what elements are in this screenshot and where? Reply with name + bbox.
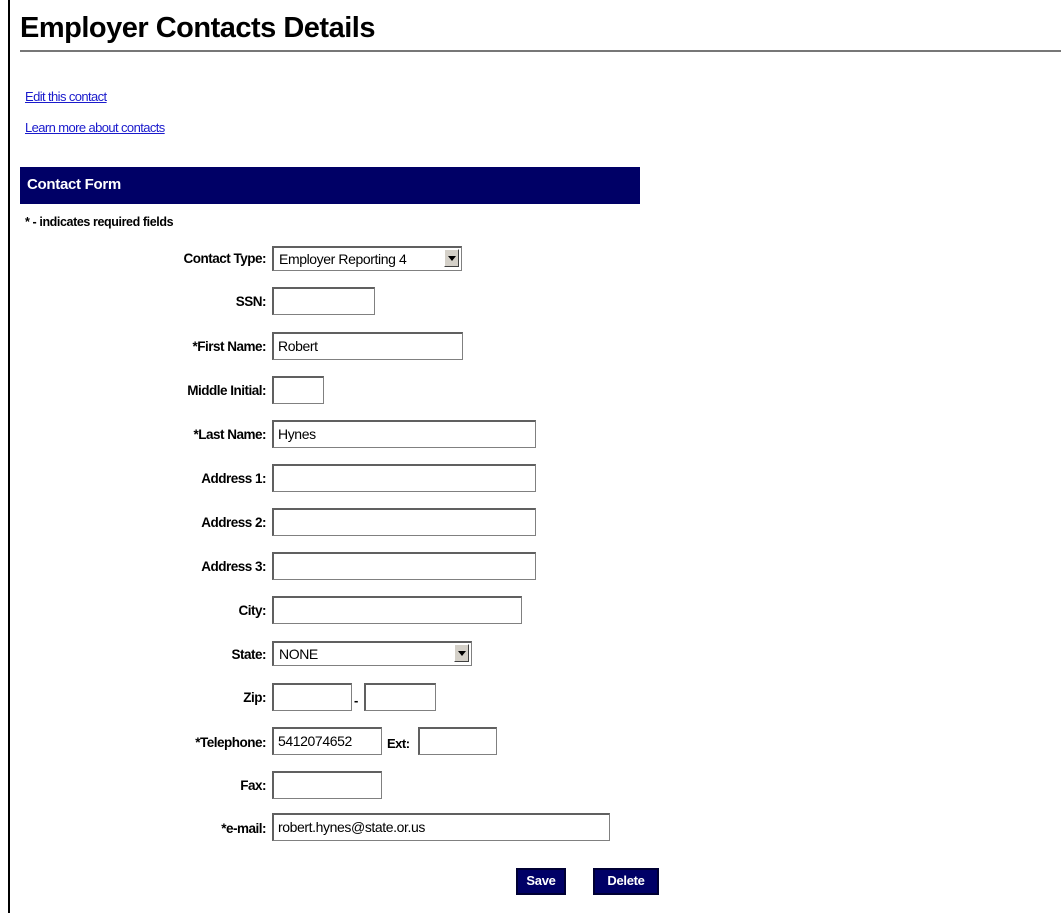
telephone-input[interactable]: 5412074652 (272, 727, 382, 755)
city-input[interactable] (272, 596, 522, 624)
edit-contact-link[interactable]: Edit this contact (25, 89, 107, 104)
first-name-input[interactable]: Robert (272, 332, 463, 360)
contact-type-value: Employer Reporting 4 (279, 251, 407, 267)
last-name-input[interactable]: Hynes (272, 420, 536, 448)
telephone-ext-input[interactable] (418, 727, 497, 755)
fax-label: Fax: (240, 778, 266, 793)
ssn-input[interactable] (272, 287, 375, 315)
ssn-label: SSN: (235, 294, 267, 309)
email-input[interactable]: robert.hynes@state.or.us (272, 813, 610, 841)
zip-ext-input[interactable] (364, 683, 436, 711)
state-select[interactable]: NONE (272, 641, 472, 666)
zip-input[interactable] (272, 683, 352, 711)
section-title: Contact Form (27, 176, 121, 193)
page-title: Employer Contacts Details (20, 12, 375, 44)
address1-label: Address 1: (201, 471, 266, 486)
telephone-label: *Telephone: (195, 735, 266, 750)
address2-input[interactable] (272, 508, 536, 536)
dropdown-arrow-icon[interactable] (444, 249, 459, 267)
middle-initial-label: Middle Initial: (187, 383, 266, 398)
last-name-label: *Last Name: (193, 427, 266, 442)
city-label: City: (238, 603, 267, 618)
delete-button[interactable]: Delete (593, 868, 659, 895)
address1-input[interactable] (272, 464, 536, 492)
zip-separator: - (354, 693, 358, 708)
contact-type-label: Contact Type: (183, 251, 266, 266)
middle-initial-input[interactable] (272, 376, 324, 404)
email-label: *e-mail: (221, 821, 266, 836)
fax-input[interactable] (272, 771, 382, 799)
telephone-ext-label: Ext: (387, 736, 410, 751)
address2-label: Address 2: (201, 515, 266, 530)
address3-label: Address 3: (201, 559, 266, 574)
required-note: * - indicates required fields (25, 215, 174, 229)
address3-input[interactable] (272, 552, 536, 580)
dropdown-arrow-icon[interactable] (454, 644, 469, 662)
title-divider (20, 50, 1061, 52)
section-header: Contact Form (20, 167, 640, 204)
state-label: State: (231, 647, 266, 662)
window-left-border (8, 0, 10, 913)
learn-more-link[interactable]: Learn more about contacts (25, 120, 165, 135)
contact-type-select[interactable]: Employer Reporting 4 (272, 246, 462, 271)
state-value: NONE (279, 646, 318, 662)
save-button[interactable]: Save (516, 868, 566, 895)
zip-label: Zip: (243, 690, 266, 705)
first-name-label: *First Name: (192, 339, 266, 354)
